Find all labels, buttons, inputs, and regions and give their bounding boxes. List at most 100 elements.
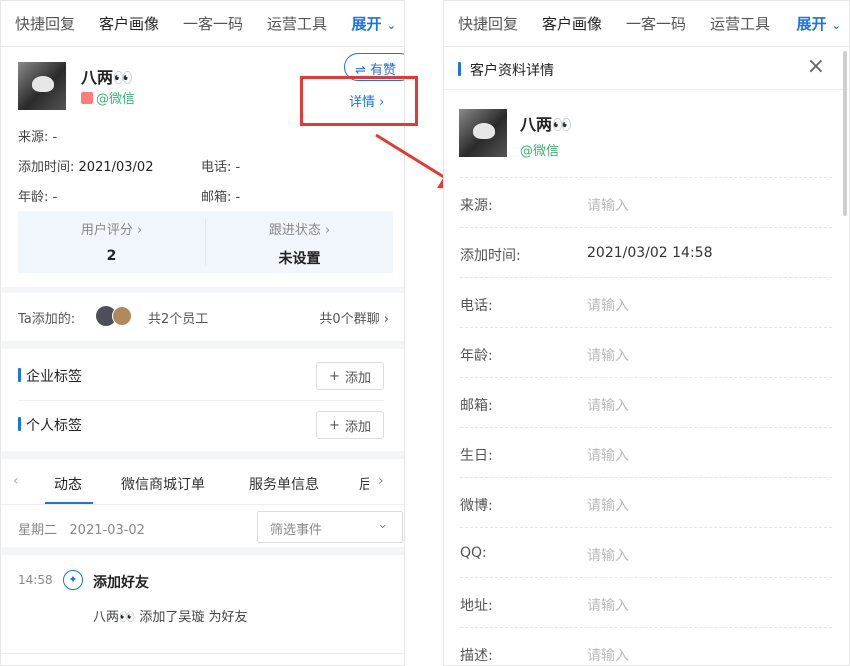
- detail-row: 来源: 请输入: [460, 178, 832, 228]
- filter-placeholder: 筛选事件: [270, 523, 323, 538]
- detail-row: 年龄: 请输入: [460, 328, 832, 378]
- plus-icon: +: [329, 417, 340, 433]
- age-value: -: [52, 190, 58, 205]
- tab-quick-reply[interactable]: 快捷回复: [458, 13, 518, 34]
- tab-operation-tools[interactable]: 运营工具: [267, 13, 327, 34]
- groups-link[interactable]: 共0个群聊 ›: [319, 308, 389, 327]
- field-input[interactable]: 请输入: [587, 645, 629, 665]
- info-email: 邮箱: -: [201, 186, 240, 205]
- tab-wechat-orders[interactable]: 微信商城订单: [121, 474, 205, 494]
- field-label: 地址:: [460, 598, 493, 614]
- tab-one-customer-one-code[interactable]: 一客一码: [626, 13, 686, 34]
- field-label: 电话:: [460, 298, 493, 314]
- staff-count: 共2个员工: [148, 312, 209, 327]
- customer-channel: @微信: [81, 88, 135, 107]
- staff-avatar: [112, 306, 132, 326]
- tab-one-customer-one-code[interactable]: 一客一码: [183, 13, 243, 34]
- added-by-row: Ta添加的: 共2个员工 共0个群聊 ›: [18, 304, 393, 330]
- field-input[interactable]: 请输入: [587, 445, 629, 465]
- field-label: 添加时间:: [460, 248, 521, 264]
- panel-title: 客户资料详情: [470, 63, 554, 79]
- age-label: 年龄:: [18, 190, 49, 205]
- field-input[interactable]: 请输入: [587, 595, 629, 615]
- tab-customer-portrait[interactable]: 客户画像: [542, 13, 602, 34]
- add-personal-tag-button[interactable]: + 添加: [316, 411, 384, 439]
- add-label: 添加: [344, 370, 371, 386]
- event-filter-select[interactable]: 筛选事件 ⌄: [257, 511, 403, 543]
- scrollbar[interactable]: [843, 51, 847, 216]
- email-value: -: [235, 190, 241, 205]
- info-source: 来源: -: [18, 126, 57, 145]
- add-label: 添加: [344, 419, 371, 435]
- score-box: 用户评分 › 2 跟进状态 › 未设置: [18, 211, 393, 273]
- field-label: 生日:: [460, 448, 493, 464]
- groups-count: 共0个群聊: [319, 312, 380, 327]
- detail-row: 添加时间: 2021/03/02 14:58: [460, 228, 832, 278]
- field-input[interactable]: 请输入: [587, 345, 629, 365]
- field-input[interactable]: 请输入: [587, 545, 629, 565]
- add-time-value: 2021/03/02: [78, 160, 154, 175]
- status-label: 跟进状态: [268, 223, 321, 238]
- channel-label: @微信: [96, 92, 136, 107]
- personal-tag-label: 个人标签: [18, 415, 82, 435]
- chevron-right-icon: ›: [136, 223, 143, 238]
- rating-label: 用户评分: [80, 223, 133, 238]
- email-label: 邮箱:: [201, 190, 232, 205]
- top-tab-bar: 快捷回复 客户画像 一客一码 运营工具 展开 ⌄: [444, 1, 849, 47]
- detail-row: 邮箱: 请输入: [460, 378, 832, 428]
- field-input[interactable]: 请输入: [587, 395, 629, 415]
- field-label: 年龄:: [460, 348, 493, 364]
- event-title: 添加好友: [93, 575, 149, 591]
- field-label: 描述:: [460, 648, 493, 664]
- tab-activity[interactable]: 动态: [54, 474, 82, 494]
- timeline-date: 星期二 2021-03-02: [18, 523, 145, 538]
- info-add-time: 添加时间: 2021/03/02: [18, 156, 153, 175]
- expand-label: 展开: [796, 15, 827, 33]
- customer-name: 八两👀: [81, 68, 133, 87]
- info-phone: 电话: -: [201, 156, 240, 175]
- tab-operation-tools[interactable]: 运营工具: [710, 13, 770, 34]
- chevron-down-icon: ⌄: [377, 517, 388, 532]
- title-accent-bar: [458, 62, 461, 76]
- field-input[interactable]: 2021/03/02 14:58: [587, 245, 713, 261]
- tab-customer-portrait[interactable]: 客户画像: [99, 13, 159, 34]
- close-icon[interactable]: ×: [807, 56, 825, 78]
- tab-more[interactable]: 后: [359, 474, 369, 494]
- wechat-icon: [81, 92, 93, 104]
- pin-icon: ✦: [63, 570, 83, 590]
- field-input[interactable]: 请输入: [587, 195, 629, 215]
- expand-button[interactable]: 展开 ⌄: [797, 13, 841, 34]
- divider: [1, 451, 404, 459]
- tab-service-orders[interactable]: 服务单信息: [249, 474, 319, 494]
- info-age: 年龄: -: [18, 186, 57, 205]
- expand-button[interactable]: 展开 ⌄: [352, 13, 396, 34]
- tab-quick-reply[interactable]: 快捷回复: [15, 13, 75, 34]
- bottom-nav-bar: [1, 653, 404, 665]
- plus-icon: +: [329, 368, 340, 384]
- customer-detail-panel: 快捷回复 客户画像 一客一码 运营工具 展开 ⌄ 客户资料详情 × 八两👀 @微…: [443, 0, 850, 666]
- status-value: 未设置: [278, 251, 321, 267]
- user-rating-cell[interactable]: 用户评分 › 2: [18, 219, 206, 265]
- phone-label: 电话:: [201, 160, 232, 175]
- chevron-down-icon: ⌄: [831, 19, 841, 32]
- detail-row: 电话: 请输入: [460, 278, 832, 328]
- top-tab-bar: 快捷回复 客户画像 一客一码 运营工具 展开 ⌄: [1, 1, 404, 47]
- detail-row: 生日: 请输入: [460, 428, 832, 478]
- field-input[interactable]: 请输入: [587, 295, 629, 315]
- detail-row: 微博: 请输入: [460, 478, 832, 528]
- divider: [1, 341, 404, 349]
- customer-name: 八两👀: [520, 115, 572, 134]
- source-label: 来源:: [18, 130, 49, 145]
- add-enterprise-tag-button[interactable]: + 添加: [316, 362, 384, 390]
- field-input[interactable]: 请输入: [587, 495, 629, 515]
- chevron-left-icon[interactable]: ‹: [13, 473, 19, 489]
- detail-row: 地址: 请输入: [460, 578, 832, 628]
- follow-status-cell[interactable]: 跟进状态 › 未设置: [206, 219, 393, 267]
- activity-tab-bar: ‹ 动态 微信商城订单 服务单信息 后 ›: [1, 463, 404, 505]
- chevron-right-icon: ›: [383, 312, 389, 327]
- detail-row: 描述: 请输入: [460, 628, 832, 665]
- timeline-time: 14:58: [18, 573, 53, 587]
- field-label: 邮箱:: [460, 398, 493, 414]
- chevron-right-icon[interactable]: ›: [378, 473, 384, 489]
- field-label: QQ:: [460, 545, 487, 561]
